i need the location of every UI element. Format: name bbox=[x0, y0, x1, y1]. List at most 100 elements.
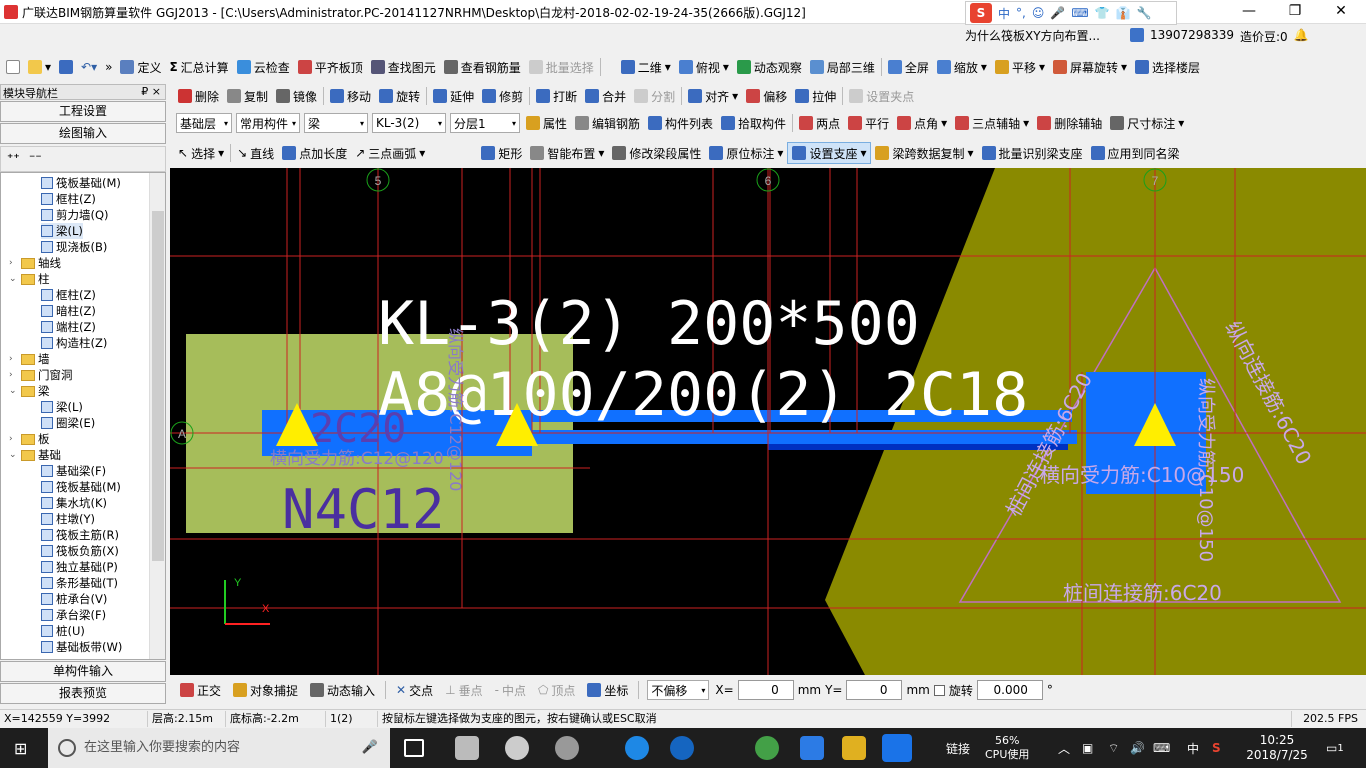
apply-same-name-button[interactable]: 应用到同名梁 bbox=[1087, 142, 1184, 164]
ime-keyboard-icon[interactable]: ⌨ bbox=[1071, 6, 1088, 20]
ime-tools-icon[interactable]: 🔧 bbox=[1137, 6, 1152, 20]
find-element-button[interactable]: 查找图元 bbox=[367, 56, 440, 78]
two-point-button[interactable]: 两点 bbox=[795, 112, 844, 134]
notice-link[interactable]: 为什么筏板XY方向布置... bbox=[965, 27, 1100, 44]
minimize-button[interactable]: — bbox=[1226, 0, 1272, 24]
tree-folder[interactable]: › 门窗洞 bbox=[9, 367, 73, 383]
close-button[interactable]: ✕ bbox=[1318, 0, 1364, 24]
extend-button[interactable]: 延伸 bbox=[429, 85, 478, 107]
smart-layout-button[interactable]: 智能布置 ▾ bbox=[526, 142, 608, 164]
coordinate-snap[interactable]: 坐标 bbox=[583, 679, 632, 701]
midpoint-snap[interactable]: - 中点 bbox=[491, 679, 530, 701]
account-phone[interactable]: 13907298339 bbox=[1150, 28, 1234, 45]
tree-item[interactable]: 桩承台(V) bbox=[41, 591, 107, 607]
tree-item[interactable]: 独立基础(P) bbox=[41, 559, 118, 575]
orbit-button[interactable]: 动态观察 bbox=[733, 56, 806, 78]
new-file-icon[interactable] bbox=[2, 56, 24, 78]
local-3d-button[interactable]: 局部三维 bbox=[806, 56, 879, 78]
task-view-icon[interactable] bbox=[404, 739, 424, 757]
chevron-down-icon[interactable]: ⌄ bbox=[9, 271, 18, 287]
modify-span-button[interactable]: 修改梁段属性 bbox=[608, 142, 705, 164]
ie-icon[interactable] bbox=[670, 736, 694, 760]
tree-item[interactable]: 剪力墙(Q) bbox=[41, 207, 109, 223]
tree-item[interactable]: 构造柱(Z) bbox=[41, 335, 107, 351]
define-button[interactable]: 定义 bbox=[116, 56, 165, 78]
taskbar-search[interactable]: 在这里输入你要搜索的内容 🎤 bbox=[48, 728, 390, 768]
set-support-button[interactable]: 设置支座 ▾ bbox=[787, 142, 872, 164]
tree-folder[interactable]: ⌄ 基础 bbox=[9, 447, 61, 463]
top-view-button[interactable]: 俯视 ▾ bbox=[675, 56, 733, 78]
edit-rebar-button[interactable]: 编辑钢筋 bbox=[571, 112, 644, 134]
ime-indicator[interactable]: 中 bbox=[1187, 728, 1199, 768]
ortho-toggle[interactable]: 正交 bbox=[176, 679, 225, 701]
delete-axis-button[interactable]: 删除辅轴 bbox=[1033, 112, 1106, 134]
rotate-input[interactable]: 0.000 bbox=[976, 680, 1043, 700]
zoom-button[interactable]: 缩放 ▾ bbox=[933, 56, 991, 78]
tree-item[interactable]: 梁(L) bbox=[41, 399, 83, 415]
tree-item[interactable]: 筏板负筋(X) bbox=[41, 543, 119, 559]
tree-item[interactable]: 框柱(Z) bbox=[41, 191, 96, 207]
project-settings-button[interactable]: 工程设置 bbox=[0, 101, 166, 122]
chrome-like-icon[interactable] bbox=[555, 736, 579, 760]
select-button[interactable]: ↖ 选择 ▾ bbox=[174, 142, 228, 164]
volume-icon[interactable]: 🔊 bbox=[1130, 728, 1145, 768]
drawing-input-button[interactable]: 绘图输入 bbox=[0, 123, 166, 144]
three-point-axis-button[interactable]: 三点辅轴 ▾ bbox=[951, 112, 1033, 134]
tree-item[interactable]: 集水坑(K) bbox=[41, 495, 107, 511]
sogou-tray-icon[interactable]: S bbox=[1212, 728, 1221, 768]
screen-rotate-button[interactable]: 屏幕旋转 ▾ bbox=[1049, 56, 1131, 78]
tree-item[interactable]: 筏板主筋(R) bbox=[41, 527, 119, 543]
three-point-arc-button[interactable]: ↗ 三点画弧 ▾ bbox=[351, 142, 429, 164]
windows-start-icon[interactable]: ⊞ bbox=[14, 739, 27, 758]
tree-folder[interactable]: › 墙 bbox=[9, 351, 50, 367]
delete-button[interactable]: 删除 bbox=[174, 85, 223, 107]
sogou-icon[interactable]: S bbox=[970, 3, 992, 23]
tree-folder[interactable]: › 板 bbox=[9, 431, 50, 447]
component-list-button[interactable]: 构件列表 bbox=[644, 112, 717, 134]
copy-button[interactable]: 复制 bbox=[223, 85, 272, 107]
align-top-button[interactable]: 平齐板顶 bbox=[294, 56, 367, 78]
undo-icon[interactable]: ↶▾ bbox=[77, 56, 101, 78]
stretch-button[interactable]: 拉伸 bbox=[791, 85, 840, 107]
merge-button[interactable]: 合并 bbox=[581, 85, 630, 107]
tree-scrollbar[interactable] bbox=[149, 173, 165, 659]
x-input[interactable]: 0 bbox=[737, 680, 794, 700]
span-copy-button[interactable]: 梁跨数据复制 ▾ bbox=[871, 142, 977, 164]
pinwheel-app-icon[interactable] bbox=[455, 736, 479, 760]
dynamic-input-toggle[interactable]: 动态输入 bbox=[306, 679, 379, 701]
pick-component-button[interactable]: 拾取构件 bbox=[717, 112, 790, 134]
view-rebar-button[interactable]: 查看钢筋量 bbox=[440, 56, 525, 78]
in-place-label-button[interactable]: 原位标注 ▾ bbox=[705, 142, 787, 164]
ime-skin-icon[interactable]: 👕 bbox=[1095, 6, 1110, 20]
keyboard-icon[interactable]: ⌨ bbox=[1153, 728, 1170, 768]
rotate-button[interactable]: 旋转 bbox=[375, 85, 424, 107]
canvas-svg[interactable]: 5 6 7 A KL-3(2) 200*500 A8@100/200(2) 2C… bbox=[170, 168, 1366, 675]
nav-pin-close[interactable]: ₽ × bbox=[141, 85, 161, 98]
component-name-select[interactable]: KL-3(2) ▾ bbox=[372, 113, 446, 133]
tree-item[interactable]: 圈梁(E) bbox=[41, 415, 95, 431]
2d-view-button[interactable]: 二维 ▾ bbox=[617, 56, 675, 78]
align-button[interactable]: 对齐 ▾ bbox=[684, 85, 742, 107]
vertex-snap[interactable]: ⬠ 顶点 bbox=[534, 679, 579, 701]
more-chevron-icon[interactable]: » bbox=[101, 56, 116, 78]
chevron-right-icon[interactable]: › bbox=[9, 351, 18, 367]
expand-all-icon[interactable]: ⁺⁺ bbox=[7, 151, 20, 165]
clock[interactable]: 10:25 2018/7/25 bbox=[1244, 728, 1310, 768]
tree-item[interactable]: 基础板带(W) bbox=[41, 639, 122, 655]
tree-item[interactable]: 暗柱(Z) bbox=[41, 303, 96, 319]
save-icon[interactable] bbox=[55, 56, 77, 78]
layer-select[interactable]: 分层1 ▾ bbox=[450, 113, 520, 133]
chevron-down-icon[interactable]: ⌄ bbox=[9, 383, 18, 399]
tree-item[interactable]: 框柱(Z) bbox=[41, 287, 96, 303]
edge-legacy-icon[interactable] bbox=[505, 736, 529, 760]
parallel-button[interactable]: 平行 bbox=[844, 112, 893, 134]
ggj-app-icon[interactable] bbox=[882, 734, 912, 762]
tree-folder[interactable]: › 轴线 bbox=[9, 255, 61, 271]
tree-item[interactable]: 筏板基础(M) bbox=[41, 479, 121, 495]
tree-item[interactable]: 基础梁(F) bbox=[41, 463, 106, 479]
mirror-button[interactable]: 镜像 bbox=[272, 85, 321, 107]
rotate-checkbox[interactable] bbox=[933, 684, 945, 696]
common-component-select[interactable]: 常用构件 ▾ bbox=[236, 113, 300, 133]
glodon-g-icon[interactable] bbox=[800, 736, 824, 760]
tray-app-icon[interactable]: ▣ bbox=[1082, 728, 1093, 768]
